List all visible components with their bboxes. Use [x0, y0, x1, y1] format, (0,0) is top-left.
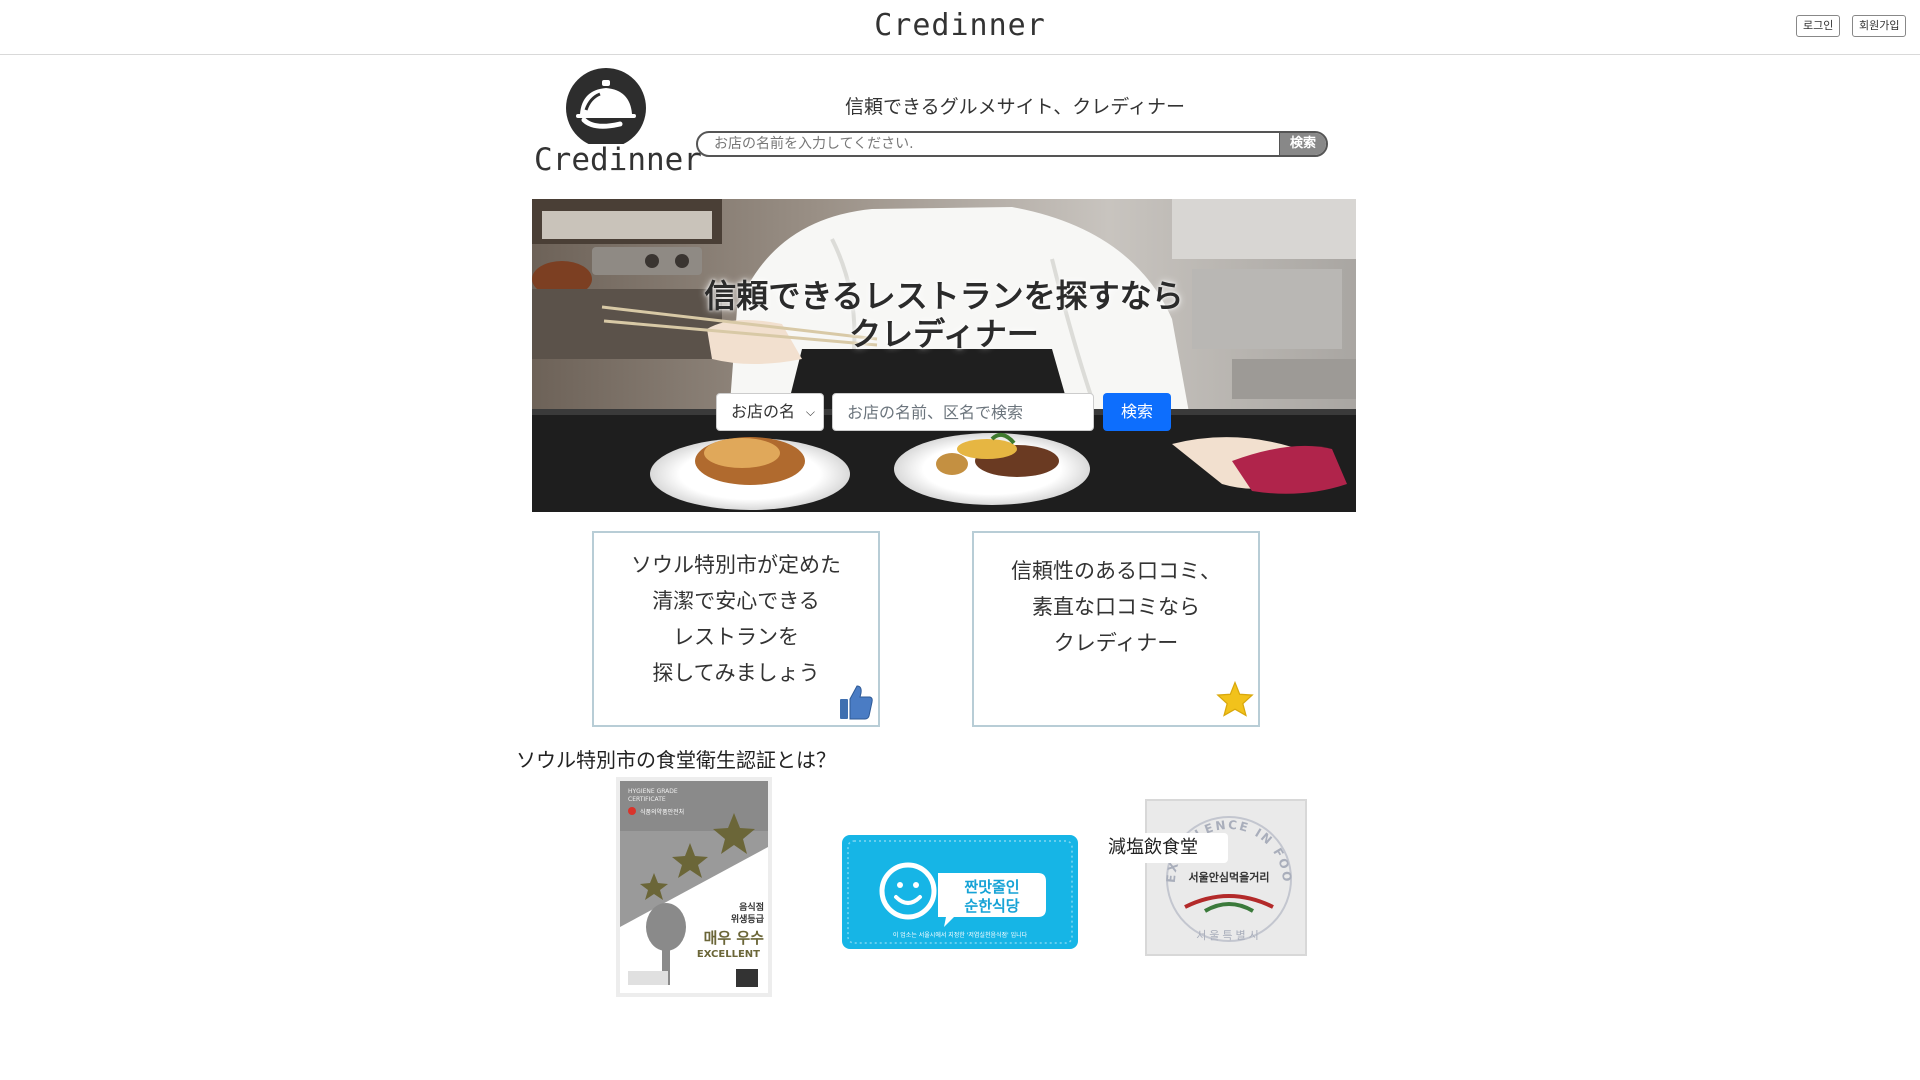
logo-wordmark: Credinner [534, 142, 702, 178]
hero-search-button[interactable]: 検索 [1103, 393, 1171, 431]
seal-bottom-text: 서울특별시 [1196, 929, 1262, 942]
card-line: 清潔で安心できる [652, 589, 820, 613]
star-icon [1216, 681, 1254, 717]
poster-grade-line1: 음식점 [739, 901, 764, 913]
low-salt-restaurant-label: 減塩飲食堂 [1104, 833, 1228, 863]
top-search-input[interactable] [698, 133, 1280, 155]
sign-line1: 짠맛줄인 [964, 878, 1019, 896]
hero-search-input[interactable] [832, 393, 1094, 431]
top-bar: Credinner 로그인 회원가입 [0, 0, 1920, 55]
cloche-icon [566, 68, 646, 148]
hero-headline-line1: 信頼できるレストランを探すなら [704, 277, 1184, 315]
card-line: 信頼性のある口コミ、 [1011, 559, 1221, 583]
thumbs-up-icon [840, 685, 873, 720]
hero-search-type-select[interactable]: お店の名 ⌵ [716, 393, 824, 431]
site-title[interactable]: Credinner [0, 8, 1920, 43]
poster-ministry: 식품의약품안전처 [640, 808, 684, 816]
chevron-down-icon: ⌵ [805, 405, 815, 419]
hero-headline-line2: クレディナー [849, 315, 1039, 353]
card-line: ソウル特別市が定めた [631, 553, 841, 577]
signup-button[interactable]: 회원가입 [1852, 15, 1907, 37]
sign-line2: 순한식당 [964, 897, 1019, 915]
card-line: 探してみましょう [652, 661, 820, 685]
low-salt-restaurant-sign-image: 짠맛줄인 순한식당 이 업소는 서울시에서 지정한 '저염실천음식점' 입니다 [842, 835, 1078, 949]
hero-select-value: お店の名 [731, 402, 796, 421]
credinner-logo[interactable]: Credinner [534, 68, 702, 184]
hygiene-grade-certificate-image: HYGIENE GRADE CERTIFICATE 식품의약품안전처 음식점 위… [616, 777, 772, 997]
card-line: クレディナー [1053, 631, 1179, 655]
poster-grade-line2: 위생등급 [731, 913, 765, 925]
login-button[interactable]: 로그인 [1796, 15, 1841, 37]
card-line: レストランを [673, 625, 799, 649]
feature-card-hygiene[interactable]: ソウル特別市が定めた 清潔で安心できる レストランを 探してみましょう [592, 531, 880, 727]
poster-header-line1: HYGIENE GRADE [628, 788, 678, 795]
feature-card-reviews[interactable]: 信頼性のある口コミ、 素直な口コミなら クレディナー [972, 531, 1260, 727]
sign-footer: 이 업소는 서울시에서 지정한 '저염실천음식점' 입니다 [893, 931, 1028, 939]
certification-heading: ソウル特別市の食堂衛生認証とは？ [516, 748, 836, 772]
card-line: 素直な口コミなら [1032, 595, 1200, 619]
poster-header-line2: CERTIFICATE [628, 796, 666, 803]
seoul-food-safety-seal-image: EXCELLENCE IN FOOD SAFETY 서울안심먹을거리 서울특별시 [1145, 799, 1307, 956]
seal-center-text: 서울안심먹을거리 [1189, 870, 1270, 884]
hero-kitchen-image [532, 199, 1356, 512]
hero-headline: 信頼できるレストランを探すなら クレディナー [532, 277, 1356, 353]
card-text: 信頼性のある口コミ、 素直な口コミなら クレディナー [974, 553, 1258, 661]
tagline: 信頼できるグルメサイト、クレディナー [845, 96, 1185, 118]
poster-grade-ko: 매우 우수 [704, 929, 765, 947]
top-search-button[interactable]: 検索 [1279, 133, 1326, 155]
card-text: ソウル特別市が定めた 清潔で安心できる レストランを 探してみましょう [594, 547, 878, 691]
hero-banner: 信頼できるレストランを探すなら クレディナー お店の名 ⌵ 検索 [532, 199, 1356, 512]
top-search-bar: 検索 [696, 131, 1328, 157]
poster-grade-en: EXCELLENT [697, 949, 760, 960]
